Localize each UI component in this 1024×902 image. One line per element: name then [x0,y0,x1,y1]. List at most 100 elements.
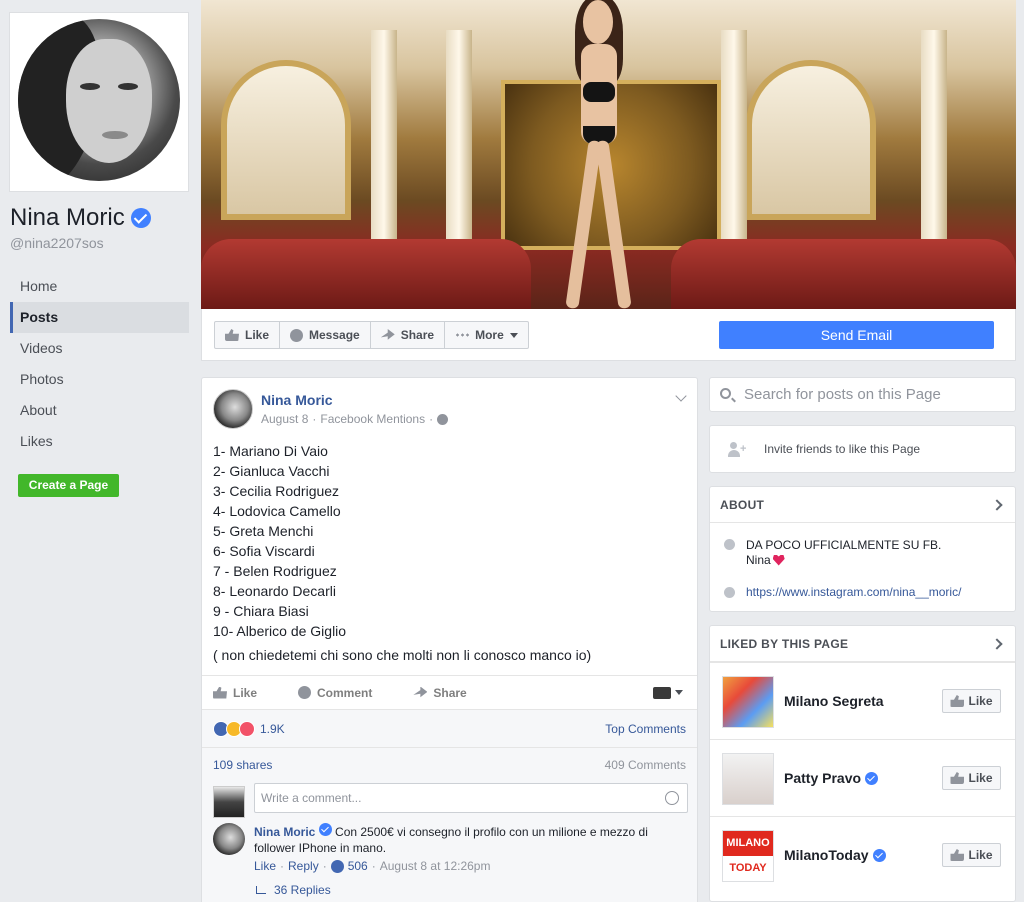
thumb-like-icon [225,329,239,341]
page-search-box[interactable]: Search for posts on this Page [709,377,1016,412]
logo-top-text: MILANO [723,831,773,856]
page-handle[interactable]: @nina2207sos [10,235,104,251]
comment-author-avatar[interactable] [213,823,245,855]
comments-count[interactable]: 409 Comments [605,758,686,772]
list-item: 5- Greta Menchi [213,523,314,539]
profile-picture-frame[interactable] [9,12,189,192]
meta-separator: · [322,859,327,873]
comment-reply-link[interactable]: Reply [288,859,319,873]
list-item: 4- Lodovica Camello [213,503,341,519]
about-signature-text: Nina [746,553,771,567]
list-item: 3- Cecilia Rodriguez [213,483,340,499]
shares-bar: 109 shares 409 Comments [202,747,697,781]
milano-segreta-logo[interactable] [722,676,774,728]
post-share-button[interactable]: Share [413,685,467,700]
send-email-button[interactable]: Send Email [719,321,994,349]
post-date[interactable]: August 8 [261,412,308,426]
nav-item-home[interactable]: Home [10,271,189,302]
post-author-name[interactable]: Nina Moric [261,392,333,408]
nav-item-videos[interactable]: Videos [10,333,189,364]
message-button[interactable]: Message [279,321,371,349]
meta-separator: · [429,412,434,426]
post-source[interactable]: Facebook Mentions [320,412,425,426]
comment-icon [298,686,312,699]
liked-page-item: MILANO TODAY MilanoToday Like [710,816,1015,893]
liked-by-page-card: LIKED BY THIS PAGE Milano Segreta Like P… [709,625,1016,902]
message-label: Message [309,328,360,342]
post-comment-button[interactable]: Comment [298,686,372,700]
caret-down-icon [675,690,683,695]
instagram-link[interactable]: https://www.instagram.com/nina__moric/ [746,585,961,599]
milano-today-logo[interactable]: MILANO TODAY [722,830,774,882]
reply-arrow-icon [256,886,266,894]
comments-section: Write a comment... Nina Moric Con 2500€ … [202,781,697,902]
like-page-label: Like [968,771,993,785]
page-name-text: Nina Moric [10,204,125,231]
page-like-button[interactable]: Like [214,321,281,349]
post-like-button[interactable]: Like [213,686,257,700]
invite-friends-text[interactable]: Invite friends to like this Page [764,442,920,456]
reaction-count[interactable]: 1.9K [260,722,285,736]
about-card: ABOUT DA POCO UFFICIALMENTE SU FB. Nina … [709,486,1016,612]
more-dots-icon [455,333,470,337]
like-page-button[interactable]: Like [942,843,1001,867]
page-share-button[interactable]: Share [369,321,446,349]
liked-header[interactable]: LIKED BY THIS PAGE [710,626,1015,662]
list-item: 1- Mariano Di Vaio [213,443,328,459]
patty-pravo-photo[interactable] [722,753,774,805]
search-icon [720,388,731,399]
more-button[interactable]: More [444,321,529,349]
profile-picture[interactable] [18,19,180,181]
comment-like-count[interactable]: 506 [348,859,368,873]
page-like-label: Like [245,328,270,342]
smiley-icon[interactable] [665,791,679,805]
info-icon [724,539,735,550]
nav-item-likes[interactable]: Likes [10,426,189,457]
comment-author-name[interactable]: Nina Moric [254,825,315,839]
about-signature: Nina [746,553,785,567]
post-share-label: Share [433,685,467,700]
liked-page-name[interactable]: Milano Segreta [784,693,884,709]
globe-icon [437,413,449,425]
view-replies-link[interactable]: 36 Replies [256,883,331,897]
left-navigation: Home Posts Videos Photos About Likes [10,271,189,457]
post-author-avatar[interactable] [213,389,253,429]
liked-page-name-text: Patty Pravo [784,770,862,786]
meta-separator: · [312,412,317,426]
list-item: 9 - Chiara Biasi [213,603,309,619]
top-comments-dropdown[interactable]: Top Comments [605,722,686,736]
chevron-right-icon [991,498,1003,511]
comment-like-link[interactable]: Like [254,859,276,873]
meta-separator: · [371,859,376,873]
shares-count[interactable]: 109 shares [213,758,272,772]
liked-page-name[interactable]: Patty Pravo [784,770,879,786]
heart-icon [772,554,785,566]
love-reaction-icon[interactable] [239,720,255,737]
like-page-button[interactable]: Like [942,689,1001,713]
add-friend-icon: + [728,442,746,458]
post-options-chevron-icon[interactable] [675,390,687,402]
nav-item-posts[interactable]: Posts [10,302,189,333]
like-page-button[interactable]: Like [942,766,1001,790]
comment-placeholder: Write a comment... [261,791,362,805]
comment-body: Nina Moric Con 2500€ vi consegno il prof… [254,823,674,856]
share-icon [413,686,428,698]
liked-page-name[interactable]: MilanoToday [784,847,886,863]
about-description: DA POCO UFFICIALMENTE SU FB. [746,538,942,552]
comment-input[interactable]: Write a comment... [254,783,688,813]
nav-item-about[interactable]: About [10,395,189,426]
post-like-label: Like [233,685,258,700]
cover-photo[interactable] [201,0,1016,309]
comment-time[interactable]: August 8 at 12:26pm [380,859,491,873]
caret-down-icon [509,332,518,338]
about-header[interactable]: ABOUT [710,487,1015,523]
invite-friends-card[interactable]: + Invite friends to like this Page [709,425,1016,473]
nav-item-photos[interactable]: Photos [10,364,189,395]
verified-badge-icon [130,208,151,228]
create-page-button[interactable]: Create a Page [18,474,119,497]
comment-as-selector[interactable] [653,686,683,699]
thumb-like-icon [950,772,965,784]
thumb-like-icon [950,849,965,861]
commenter-avatar [213,786,245,818]
search-input[interactable]: Search for posts on this Page [744,378,941,411]
